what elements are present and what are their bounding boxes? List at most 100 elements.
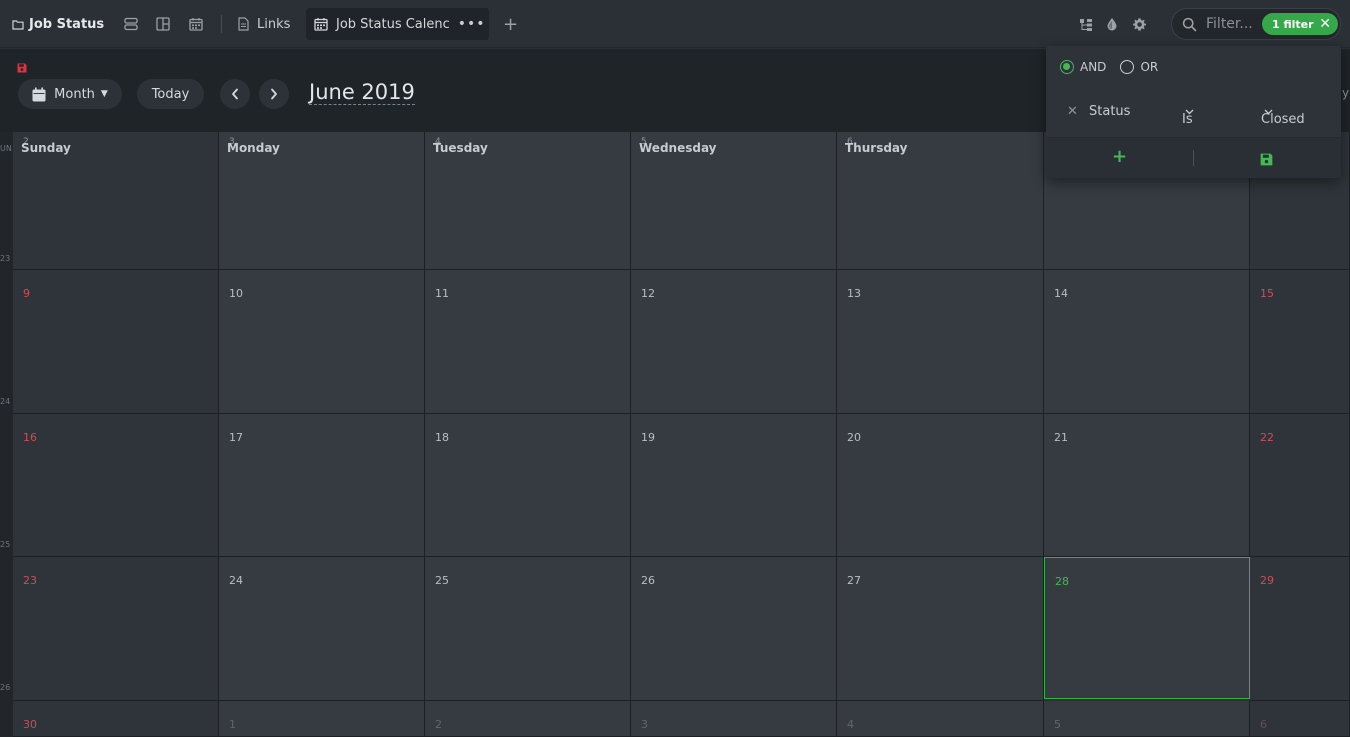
day-number: 14 — [1054, 287, 1068, 300]
and-radio[interactable] — [1060, 60, 1074, 74]
day-cell[interactable]: 23 — [13, 557, 219, 701]
day-cell[interactable]: 1 — [219, 701, 425, 737]
filter-count-pill[interactable]: 1 filter ✕ — [1262, 13, 1338, 35]
day-number: 27 — [847, 574, 861, 587]
day-cell[interactable]: 17 — [219, 414, 425, 557]
save-view-button[interactable] — [17, 58, 27, 77]
gear-icon — [1132, 17, 1146, 31]
day-number: 2 — [435, 718, 442, 731]
day-cell[interactable]: 18 — [425, 414, 631, 557]
rule-operator-dropdown[interactable]: Is — [1182, 104, 1194, 127]
day-cell[interactable]: 16 — [13, 414, 219, 557]
week-number: 24 — [0, 397, 11, 406]
day-cell[interactable]: 2 Sunday — [13, 132, 219, 270]
day-cell[interactable]: 5 — [1044, 701, 1250, 737]
day-cell[interactable]: 20 — [837, 414, 1044, 557]
day-number: 10 — [229, 287, 243, 300]
day-cell[interactable]: 15 — [1250, 270, 1350, 414]
day-number: 12 — [641, 287, 655, 300]
month-grid: 2 Sunday 3 Monday 4 Tuesday 5 Wednesday … — [13, 132, 1350, 737]
top-bar: Job Status Links Job Status Calenc ••• +… — [0, 0, 1350, 48]
day-cell[interactable]: 24 — [219, 557, 425, 701]
day-number: 5 — [1054, 718, 1061, 731]
day-cell[interactable]: 9 — [13, 270, 219, 414]
day-cell[interactable]: 3 — [631, 701, 837, 737]
calendar-icon — [189, 18, 203, 31]
day-number: 15 — [1260, 287, 1274, 300]
day-number: 29 — [1260, 574, 1274, 587]
toolbar-divider — [221, 15, 222, 33]
calendar-icon — [32, 87, 46, 101]
chevron-down-icon: ▼ — [100, 89, 108, 99]
settings-button[interactable] — [1128, 0, 1150, 48]
day-cell[interactable]: 21 — [1044, 414, 1250, 557]
week-number: 25 — [0, 540, 11, 549]
day-number: 19 — [641, 431, 655, 444]
filter-count-label: 1 filter — [1272, 17, 1314, 31]
day-cell[interactable]: 29 — [1250, 557, 1350, 701]
day-cell[interactable]: 10 — [219, 270, 425, 414]
day-cell[interactable]: 5 Wednesday — [631, 132, 837, 270]
day-number: 24 — [229, 574, 243, 587]
save-filter-button[interactable] — [1260, 151, 1273, 170]
filter-search-box[interactable]: Filter... 1 filter ✕ — [1171, 8, 1341, 40]
day-number: 16 — [23, 431, 37, 444]
rule-value-dropdown[interactable]: Closed — [1261, 104, 1305, 127]
today-button[interactable]: Today — [137, 79, 204, 109]
calendar-icon — [314, 18, 328, 31]
day-cell[interactable]: 4 — [837, 701, 1044, 737]
day-number: 23 — [23, 574, 37, 587]
next-month-button[interactable] — [259, 79, 289, 109]
day-cell[interactable]: 26 — [631, 557, 837, 701]
tab-links[interactable]: Links — [238, 0, 290, 48]
search-icon — [1182, 17, 1197, 32]
day-cell[interactable]: 19 — [631, 414, 837, 557]
day-number: 1 — [229, 718, 236, 731]
view-mode-label: Month — [54, 86, 95, 102]
day-cell[interactable]: 25 — [425, 557, 631, 701]
day-cell[interactable]: 4 Tuesday — [425, 132, 631, 270]
day-cell[interactable]: 14 — [1044, 270, 1250, 414]
day-cell[interactable]: 22 — [1250, 414, 1350, 557]
clear-filter-button[interactable]: ✕ — [1319, 16, 1331, 32]
rule-field[interactable]: Status — [1089, 104, 1130, 119]
period-title[interactable]: June 2019 — [309, 80, 415, 105]
weekday-label: Sunday — [21, 141, 71, 155]
previous-month-button[interactable] — [220, 79, 250, 109]
tab-links-label: Links — [257, 16, 291, 32]
add-tab-button[interactable]: + — [503, 0, 518, 48]
color-button[interactable] — [1101, 0, 1123, 48]
day-cell[interactable]: 13 — [837, 270, 1044, 414]
workspace-title[interactable]: Job Status — [12, 0, 104, 48]
day-number: 11 — [435, 287, 449, 300]
or-option[interactable]: OR — [1120, 60, 1158, 74]
chevron-right-icon — [271, 88, 277, 100]
day-cell[interactable]: 3 Monday — [219, 132, 425, 270]
remove-rule-icon[interactable]: ✕ — [1067, 104, 1078, 119]
workspace-title-label: Job Status — [29, 16, 105, 32]
day-cell-today[interactable]: 28 — [1044, 557, 1250, 699]
day-cell[interactable]: 6 Thursday — [837, 132, 1044, 270]
list-view-button[interactable] — [120, 0, 142, 48]
day-number: 22 — [1260, 431, 1274, 444]
day-cell[interactable]: 12 — [631, 270, 837, 414]
view-mode-dropdown[interactable]: Month ▼ — [18, 79, 122, 109]
day-cell[interactable]: 6 — [1250, 701, 1350, 737]
day-number: 3 — [641, 718, 648, 731]
day-cell[interactable]: 30 — [13, 701, 219, 737]
tab-job-status-calendar[interactable]: Job Status Calenc ••• — [306, 8, 489, 40]
or-radio[interactable] — [1120, 60, 1135, 74]
tab-more-button[interactable]: ••• — [458, 16, 486, 32]
board-view-button[interactable] — [152, 0, 174, 48]
day-cell[interactable]: 2 — [425, 701, 631, 737]
rule-value-label: Closed — [1261, 112, 1305, 127]
add-rule-button[interactable]: + — [1112, 146, 1127, 167]
day-number: 21 — [1054, 431, 1068, 444]
filter-popup: AND OR ✕ Status Is Closed + — [1046, 46, 1341, 178]
hierarchy-button[interactable] — [1075, 0, 1097, 48]
day-cell[interactable]: 11 — [425, 270, 631, 414]
clipped-text: y — [1342, 86, 1350, 100]
week-number-strip: UN 23 24 25 26 — [0, 132, 13, 737]
calendar-view-button[interactable] — [185, 0, 207, 48]
day-cell[interactable]: 27 — [837, 557, 1044, 701]
